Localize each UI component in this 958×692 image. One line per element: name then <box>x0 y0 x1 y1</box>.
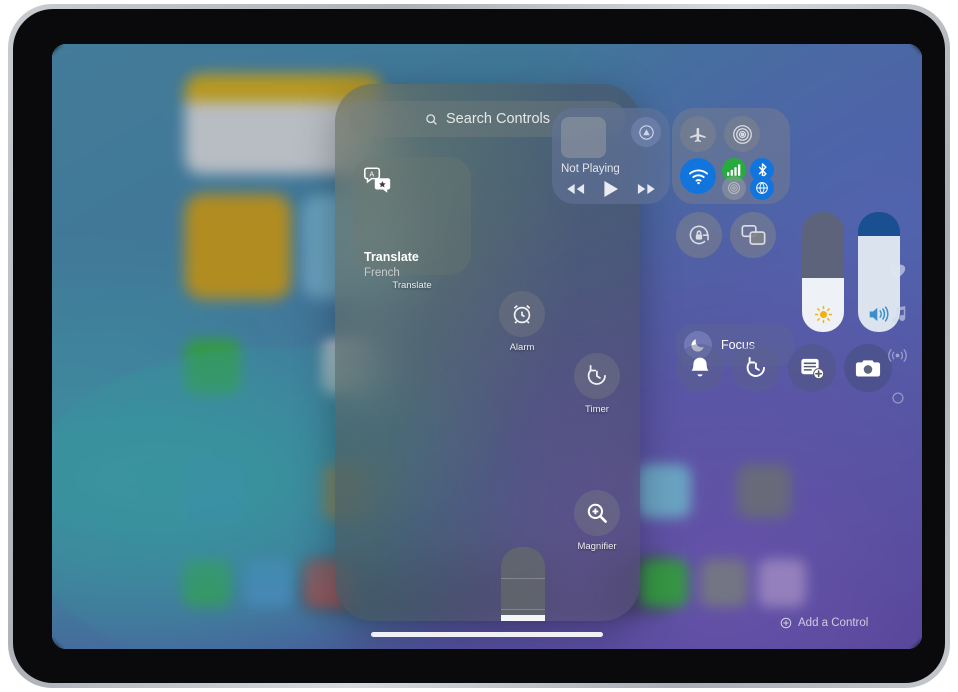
media-title: Not Playing <box>561 163 620 175</box>
quick-note-quick-button[interactable] <box>788 344 836 392</box>
airdrop-icon <box>732 124 752 144</box>
hotspot-globe-icon <box>756 181 768 195</box>
camera-icon <box>855 359 881 376</box>
new-note-icon <box>800 358 824 379</box>
svg-text:A: A <box>369 169 374 178</box>
airplay-icon <box>728 182 740 194</box>
translate-title: Translate <box>364 250 419 264</box>
connectivity-module <box>672 108 790 204</box>
rotation-lock-icon <box>689 225 709 245</box>
search-placeholder: Search Controls <box>446 111 550 127</box>
camera-quick-button[interactable] <box>844 344 892 392</box>
alarm-quick-button[interactable] <box>676 344 724 392</box>
edge-heart-icon[interactable] <box>889 264 906 279</box>
wifi-button[interactable] <box>680 158 716 194</box>
fast-forward-icon <box>637 184 655 194</box>
gallery-item-timer[interactable]: Timer <box>574 353 640 415</box>
alarm-clock-icon[interactable] <box>499 291 545 337</box>
translate-subtitle: French <box>364 267 400 279</box>
text-size-slider[interactable]: AA <box>501 547 545 621</box>
timer-quick-button[interactable] <box>732 344 780 392</box>
airplane-icon <box>689 127 706 142</box>
translate-caption: Translate <box>392 280 432 291</box>
screen-mirroring-icon <box>741 224 765 245</box>
timer-label: Timer <box>585 404 609 415</box>
edge-circle-outline-icon[interactable] <box>892 392 904 404</box>
bell-icon <box>691 357 709 377</box>
alarm-label: Alarm <box>509 342 535 353</box>
translate-bubbles-icon: A <box>363 167 461 193</box>
airplane-mode-button[interactable] <box>680 116 716 152</box>
plus-circle-icon <box>780 617 792 629</box>
brightness-slider[interactable] <box>802 212 844 332</box>
airplay-route-icon <box>638 124 654 140</box>
airplay-button[interactable] <box>722 176 746 200</box>
speaker-waves-icon <box>869 306 889 322</box>
edge-music-note-icon[interactable] <box>891 306 906 323</box>
timer-icon <box>746 356 765 377</box>
magnifier-icon[interactable] <box>574 490 620 536</box>
screen-mirroring-cc-button[interactable] <box>730 212 776 258</box>
media-airplay-button[interactable] <box>631 117 661 147</box>
rotation-lock-button[interactable] <box>676 212 722 258</box>
brightness-sun-icon <box>814 305 832 324</box>
timer-icon[interactable] <box>574 353 620 399</box>
home-indicator[interactable] <box>371 632 603 637</box>
wifi-icon <box>688 169 708 184</box>
personal-hotspot-button[interactable] <box>750 176 774 200</box>
gallery-item-text-size[interactable]: AA Text Size <box>501 547 640 621</box>
media-artwork-placeholder <box>561 117 606 158</box>
media-player-module: Not Playing <box>552 108 670 204</box>
edge-broadcast-icon[interactable] <box>888 348 907 363</box>
rewind-button[interactable] <box>566 183 585 195</box>
rewind-icon <box>567 184 585 194</box>
gallery-item-magnifier[interactable]: Magnifier <box>574 490 640 552</box>
fast-forward-button[interactable] <box>637 183 656 195</box>
ipad-device: Search Controls A Translate French Trans… <box>8 4 950 688</box>
airdrop-button[interactable] <box>724 116 760 152</box>
translate-tile-body[interactable]: A Translate French <box>353 157 471 279</box>
ipad-screen: Search Controls A Translate French Trans… <box>52 44 922 649</box>
play-button[interactable] <box>603 180 619 198</box>
add-a-control-button[interactable]: Add a Control <box>780 617 868 629</box>
search-icon <box>425 113 438 126</box>
gallery-item-alarm[interactable]: Alarm <box>499 291 640 353</box>
cellular-bars-icon <box>727 164 741 176</box>
add-a-control-label: Add a Control <box>798 617 869 629</box>
play-icon <box>604 181 618 197</box>
quick-buttons-row <box>672 344 922 400</box>
text-size-fill: AA <box>501 615 545 621</box>
brightness-slider-fill <box>802 278 844 332</box>
